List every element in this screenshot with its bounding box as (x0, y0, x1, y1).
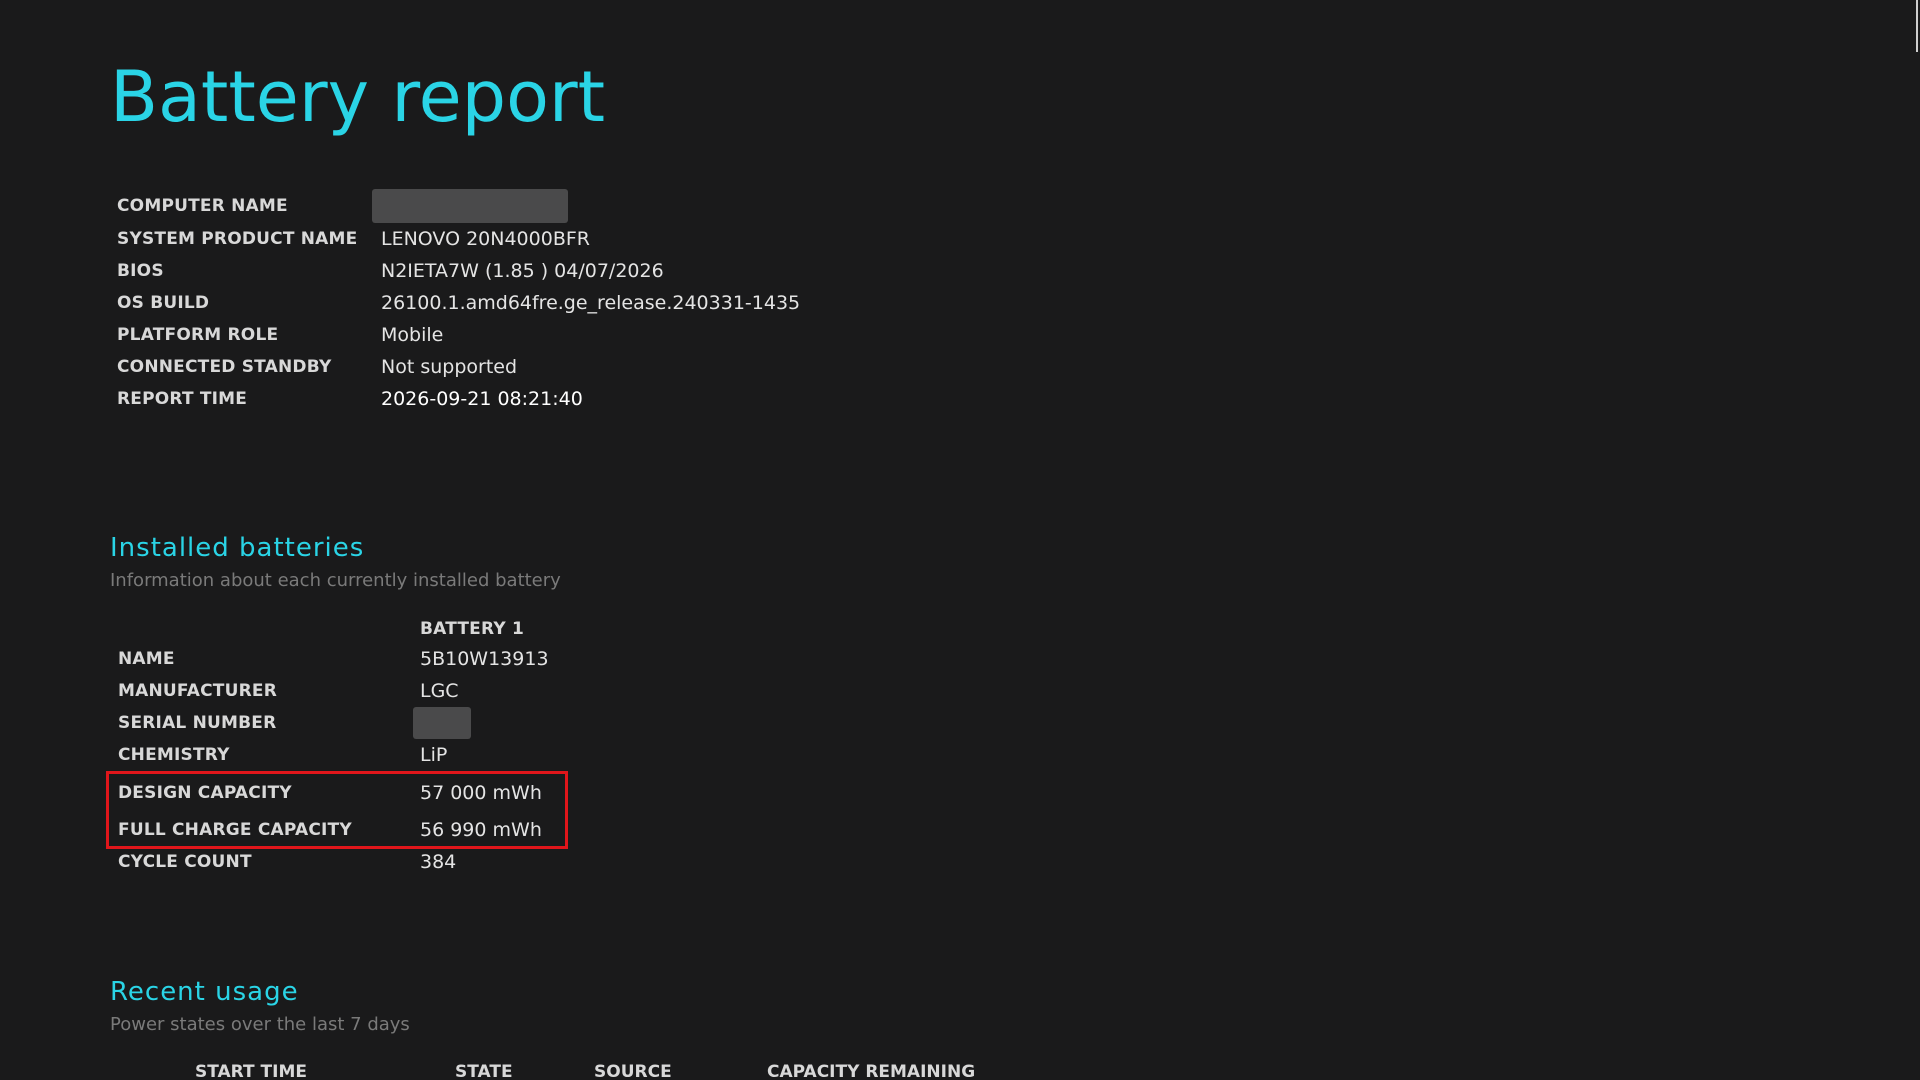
battery-value: 5B10W13913 (420, 648, 549, 670)
info-label: CONNECTED STANDBY (117, 357, 332, 377)
usage-column-state: STATE (455, 1062, 513, 1080)
info-row-computer-name: COMPUTER NAME (117, 189, 800, 223)
usage-column-source: SOURCE (594, 1062, 672, 1080)
installed-batteries-subtitle: Information about each currently install… (110, 570, 561, 591)
installed-batteries-heading: Installed batteries (110, 533, 365, 563)
info-row: SYSTEM PRODUCT NAME LENOVO 20N4000BFR (117, 223, 800, 255)
info-value: N2IETA7W (1.85 ) 04/07/2026 (381, 260, 664, 282)
battery-label: CYCLE COUNT (118, 852, 252, 872)
capacity-highlight-box (106, 771, 568, 849)
info-label: PLATFORM ROLE (117, 325, 279, 345)
battery-row: NAME 5B10W13913 (118, 643, 549, 675)
battery-label: MANUFACTURER (118, 681, 277, 701)
battery-row-serial: SERIAL NUMBER (118, 707, 549, 739)
info-label: OS BUILD (117, 293, 210, 313)
vertical-scrollbar[interactable] (1914, 0, 1920, 1080)
info-row: REPORT TIME 2026-09-21 08:21:40 (117, 383, 800, 415)
info-label: SYSTEM PRODUCT NAME (117, 229, 358, 249)
battery-label: SERIAL NUMBER (118, 713, 277, 733)
scrollbar-thumb[interactable] (1916, 0, 1918, 52)
battery-value: LGC (420, 680, 459, 702)
info-row: OS BUILD 26100.1.amd64fre.ge_release.240… (117, 287, 800, 319)
info-row: BIOS N2IETA7W (1.85 ) 04/07/2026 (117, 255, 800, 287)
battery-header-spacer (118, 615, 420, 643)
usage-column-capacity-remaining: CAPACITY REMAINING (767, 1062, 976, 1080)
battery-label: CHEMISTRY (118, 745, 230, 765)
info-label: COMPUTER NAME (117, 196, 288, 216)
battery-value: LiP (420, 744, 448, 766)
usage-column-start-time: START TIME (195, 1062, 307, 1080)
info-label: BIOS (117, 261, 164, 281)
battery-value: 384 (420, 851, 457, 873)
info-value: LENOVO 20N4000BFR (381, 228, 590, 250)
battery-value-serial (413, 707, 549, 739)
info-label: REPORT TIME (117, 389, 248, 409)
battery-report-page: Battery report COMPUTER NAME SYSTEM PROD… (0, 0, 1920, 1080)
battery-label: NAME (118, 649, 175, 669)
info-value-report-time: 2026-09-21 08:21:40 (381, 388, 583, 410)
info-row: PLATFORM ROLE Mobile (117, 319, 800, 351)
info-row: CONNECTED STANDBY Not supported (117, 351, 800, 383)
info-value: Mobile (381, 324, 444, 346)
info-value: Not supported (381, 356, 518, 378)
battery-row: CYCLE COUNT 384 (118, 846, 549, 878)
page-title: Battery report (110, 56, 606, 138)
redacted-serial-number (413, 707, 471, 739)
battery-row: MANUFACTURER LGC (118, 675, 549, 707)
info-value-computer-name (372, 189, 800, 223)
redacted-computer-name (372, 189, 568, 223)
battery-row: CHEMISTRY LiP (118, 739, 549, 771)
recent-usage-subtitle: Power states over the last 7 days (110, 1014, 410, 1035)
info-value: 26100.1.amd64fre.ge_release.240331-1435 (381, 292, 801, 314)
recent-usage-heading: Recent usage (110, 977, 299, 1007)
battery-column-header: BATTERY 1 (420, 619, 525, 639)
system-info-table: COMPUTER NAME SYSTEM PRODUCT NAME LENOVO… (117, 189, 800, 415)
battery-header-row: BATTERY 1 (118, 615, 549, 643)
